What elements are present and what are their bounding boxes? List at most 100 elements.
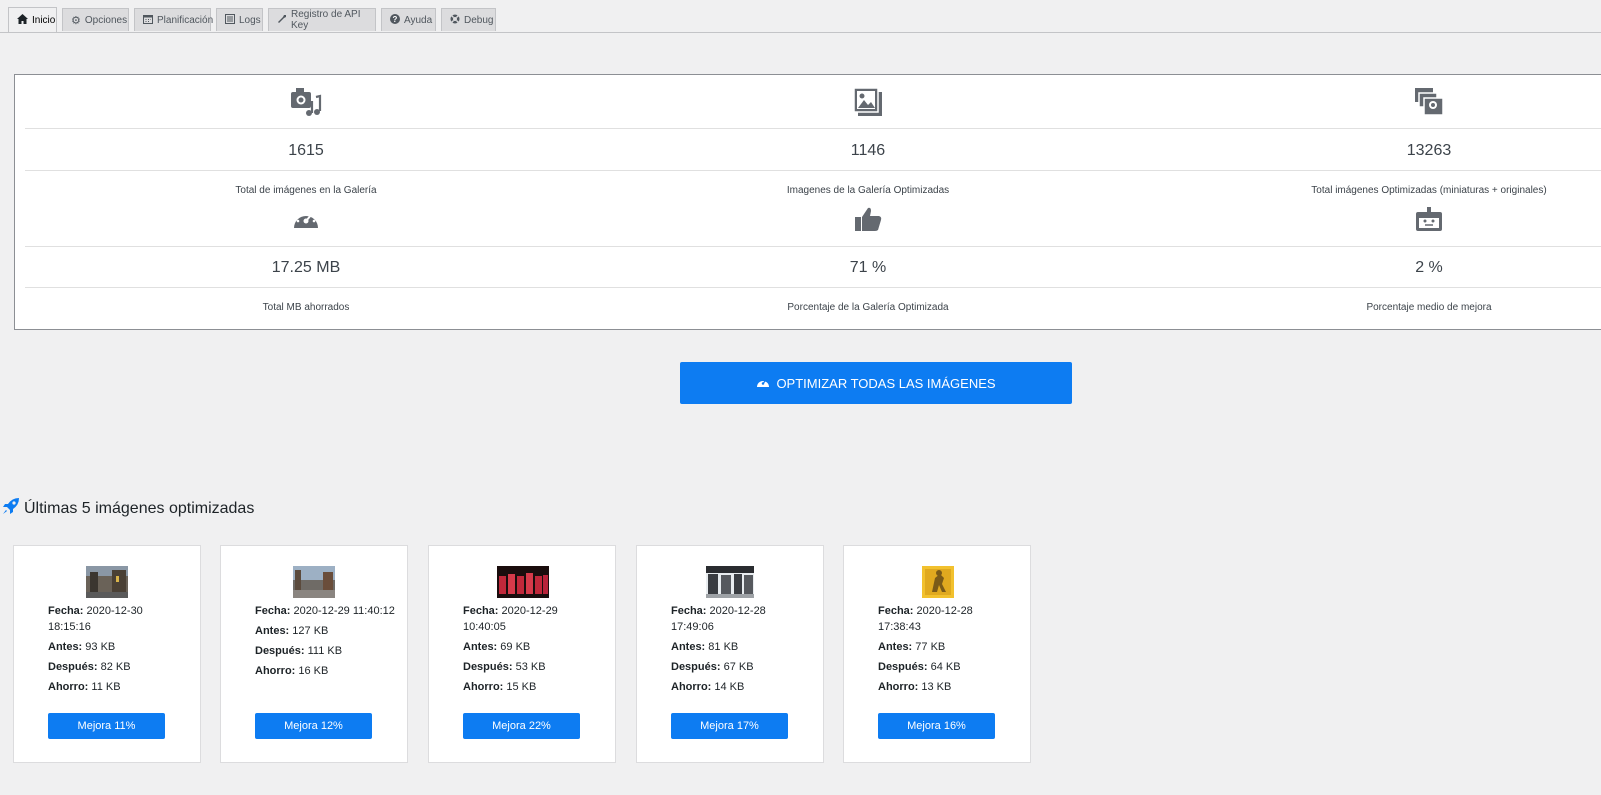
saving-row: Ahorro: 16 KB: [255, 663, 395, 679]
date-label: Fecha:: [671, 605, 707, 617]
tab-label: Ayuda: [404, 14, 433, 26]
recent-image-card: Fecha: 2020-12-28 17:49:06 Antes: 81 KB …: [636, 545, 824, 763]
stat-label: Imagenes de la Galería Optimizadas: [786, 185, 950, 196]
image-meta: Fecha: 2020-12-29 11:40:12 Antes: 127 KB…: [255, 603, 395, 683]
wrench-icon: [277, 14, 287, 27]
saving-label: Ahorro:: [671, 681, 712, 693]
saving-row: Ahorro: 11 KB: [48, 679, 188, 695]
date-row: Fecha: 2020-12-28 17:38:43: [878, 603, 1018, 635]
tab-label: Inicio: [32, 14, 56, 26]
image-meta: Fecha: 2020-12-30 18:15:16 Antes: 93 KB …: [48, 603, 188, 699]
stat-label: Total de imágenes en la Galería: [235, 185, 377, 196]
optimize-all-label: OPTIMIZAR TODAS LAS IMÁGENES: [776, 375, 996, 391]
section-title-text: Últimas 5 imágenes optimizadas: [24, 499, 255, 517]
divider: [25, 170, 1601, 171]
tab-label: Logs: [239, 14, 261, 26]
before-value: 81 KB: [708, 641, 739, 653]
image-thumbnail: [293, 566, 335, 598]
divider: [25, 287, 1601, 288]
before-label: Antes:: [255, 625, 290, 637]
improvement-button[interactable]: Mejora 22%: [463, 713, 580, 739]
stat-label: Porcentaje de la Galería Optimizada: [787, 302, 949, 313]
svg-text:?: ?: [393, 15, 398, 24]
images-icon: [588, 87, 1148, 117]
speedometer-icon: [756, 376, 770, 391]
camera-music-icon: [26, 87, 586, 117]
saving-row: Ahorro: 15 KB: [463, 679, 603, 695]
recent-image-card: Fecha: 2020-12-29 10:40:05 Antes: 69 KB …: [428, 545, 616, 763]
date-label: Fecha:: [255, 605, 291, 617]
date-row: Fecha: 2020-12-29 11:40:12: [255, 603, 395, 619]
date-label: Fecha:: [463, 605, 499, 617]
stat-value: 2 %: [1415, 259, 1443, 276]
stat-value: 17.25 MB: [271, 259, 341, 276]
after-row: Después: 111 KB: [255, 643, 395, 659]
before-label: Antes:: [878, 641, 913, 653]
date-row: Fecha: 2020-12-28 17:49:06: [671, 603, 811, 635]
before-value: 69 KB: [500, 641, 531, 653]
saving-value: 16 KB: [298, 665, 329, 677]
recent-image-card: Fecha: 2020-12-28 17:38:43 Antes: 77 KB …: [843, 545, 1031, 763]
recent-image-card: Fecha: 2020-12-29 11:40:12 Antes: 127 KB…: [220, 545, 408, 763]
saving-row: Ahorro: 14 KB: [671, 679, 811, 695]
list-icon: [225, 13, 235, 27]
tab-label: Registro de API Key: [291, 9, 361, 31]
date-label: Fecha:: [48, 605, 84, 617]
saving-row: Ahorro: 13 KB: [878, 679, 1018, 695]
before-row: Antes: 69 KB: [463, 639, 603, 655]
before-row: Antes: 127 KB: [255, 623, 395, 639]
after-row: Después: 64 KB: [878, 659, 1018, 675]
optimize-all-button[interactable]: OPTIMIZAR TODAS LAS IMÁGENES: [680, 362, 1072, 404]
after-row: Después: 67 KB: [671, 659, 811, 675]
saving-label: Ahorro:: [878, 681, 919, 693]
divider: [25, 246, 1601, 247]
tab-label: Planificación: [157, 14, 214, 26]
tab-ayuda[interactable]: ? Ayuda: [381, 8, 436, 31]
lifebuoy-icon: [450, 14, 460, 27]
stat-label: Total MB ahorrados: [262, 302, 350, 313]
after-label: Después:: [671, 661, 721, 673]
stat-label: Total imágenes Optimizadas (miniaturas +…: [1311, 185, 1547, 196]
divider: [25, 128, 1601, 129]
tab-opciones[interactable]: ⚙ Opciones: [62, 8, 129, 31]
after-value: 82 KB: [100, 661, 131, 673]
after-label: Después:: [878, 661, 928, 673]
tab-debug[interactable]: Debug: [441, 8, 496, 31]
stat-value: 1146: [850, 142, 886, 159]
photo-stack-icon: [1149, 87, 1601, 117]
tab-inicio[interactable]: Inicio: [8, 7, 57, 32]
after-label: Después:: [48, 661, 98, 673]
stat-value: 71 %: [849, 259, 887, 276]
stat-value: 13263: [1406, 142, 1452, 159]
improvement-button[interactable]: Mejora 11%: [48, 713, 165, 739]
stats-panel: 1615 Total de imágenes en la Galería 114…: [14, 74, 1601, 330]
before-label: Antes:: [463, 641, 498, 653]
date-row: Fecha: 2020-12-29 10:40:05: [463, 603, 603, 635]
improvement-button[interactable]: Mejora 12%: [255, 713, 372, 739]
home-icon: [17, 13, 28, 27]
after-label: Después:: [255, 645, 305, 657]
recent-image-card: Fecha: 2020-12-30 18:15:16 Antes: 93 KB …: [13, 545, 201, 763]
before-row: Antes: 77 KB: [878, 639, 1018, 655]
improvement-button[interactable]: Mejora 16%: [878, 713, 995, 739]
tab-registro-api-key[interactable]: Registro de API Key: [268, 8, 376, 31]
image-meta: Fecha: 2020-12-28 17:49:06 Antes: 81 KB …: [671, 603, 811, 699]
saving-label: Ahorro:: [255, 665, 296, 677]
before-label: Antes:: [48, 641, 83, 653]
thumbs-up-icon: [588, 206, 1148, 236]
saving-value: 13 KB: [921, 681, 952, 693]
improvement-button[interactable]: Mejora 17%: [671, 713, 788, 739]
speedometer-icon: [26, 206, 586, 236]
saving-label: Ahorro:: [48, 681, 89, 693]
rocket-icon: [2, 497, 20, 520]
before-row: Antes: 81 KB: [671, 639, 811, 655]
after-value: 64 KB: [930, 661, 961, 673]
image-thumbnail: [497, 566, 549, 598]
tab-label: Opciones: [84, 14, 128, 26]
tab-planificacion[interactable]: Planificación: [134, 8, 214, 31]
date-row: Fecha: 2020-12-30 18:15:16: [48, 603, 188, 635]
tab-logs[interactable]: Logs: [216, 8, 263, 31]
image-meta: Fecha: 2020-12-28 17:38:43 Antes: 77 KB …: [878, 603, 1018, 699]
before-row: Antes: 93 KB: [48, 639, 188, 655]
image-thumbnail: [86, 566, 128, 598]
